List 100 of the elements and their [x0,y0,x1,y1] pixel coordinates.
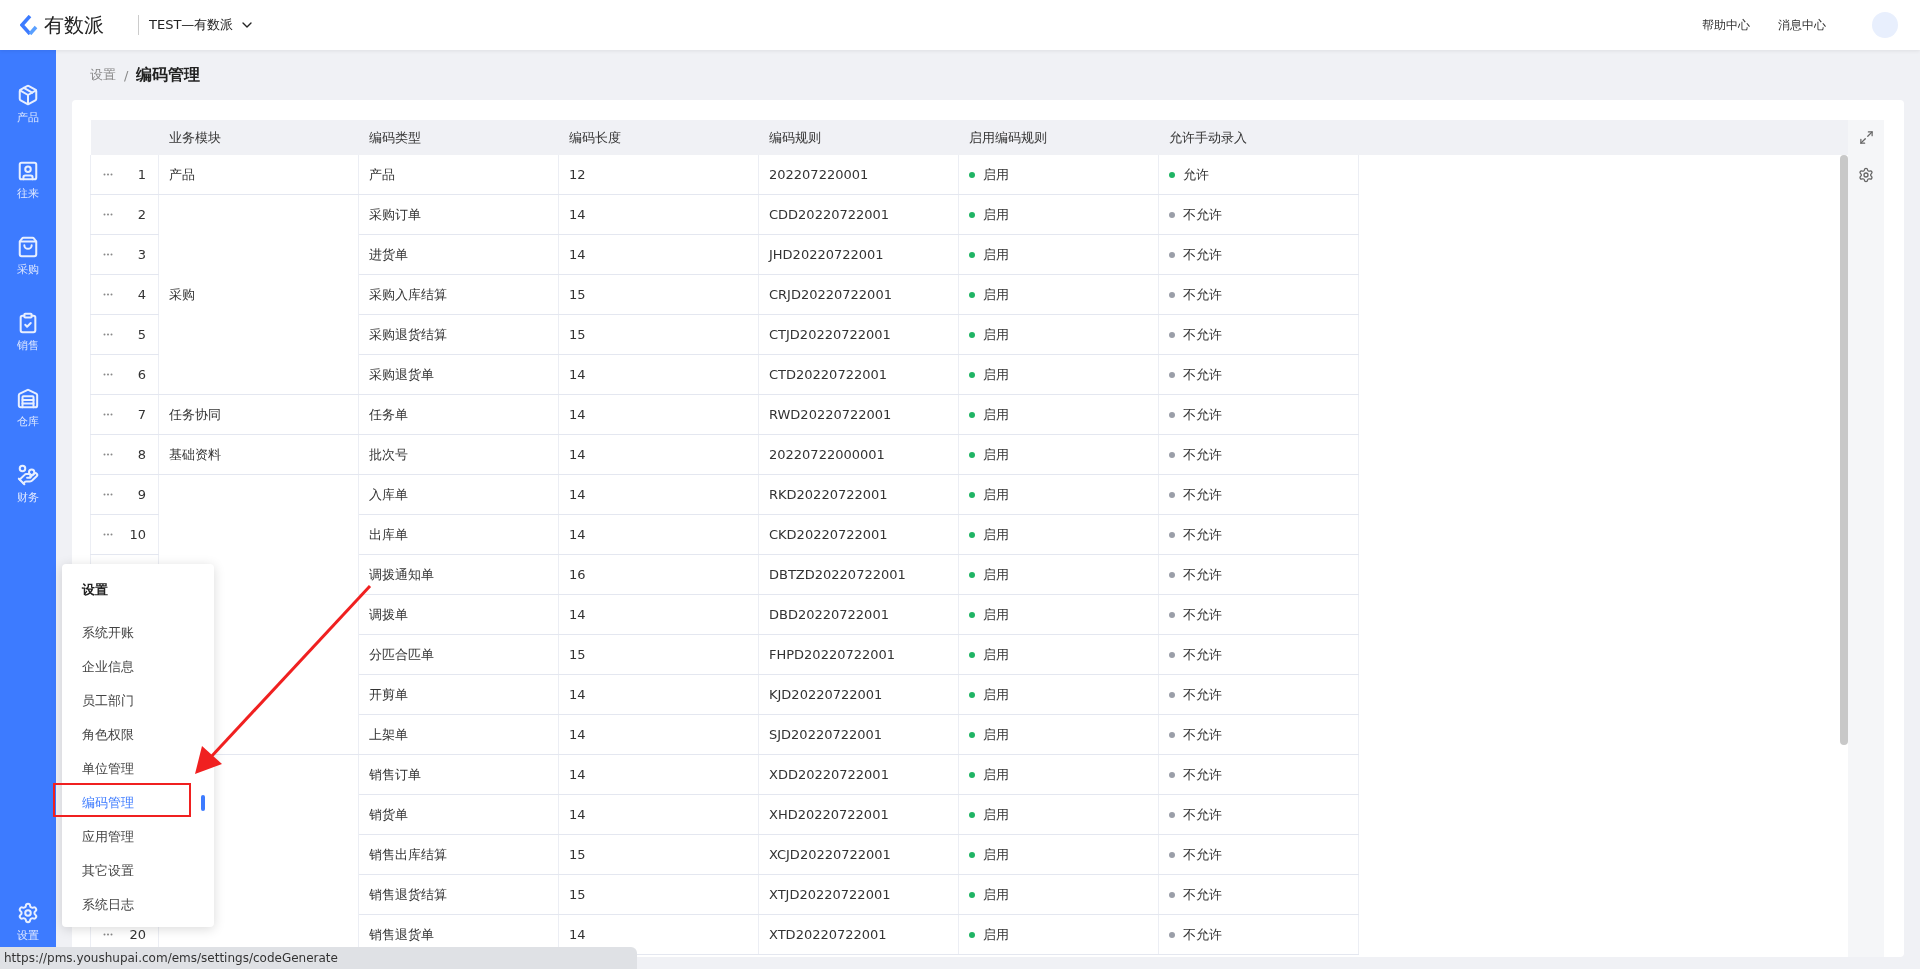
table-cell: 采购退货单 [358,354,559,395]
table-cell: 14 [558,754,759,795]
row-number: 7 [137,407,146,422]
row-handle-cell[interactable]: 8 [90,434,159,475]
status-text: 启用 [983,806,1009,822]
table-cell: 采购入库结算 [358,274,559,315]
table-cell: DBD20220722001 [758,594,959,635]
menu-item[interactable]: 系统日志 [62,888,214,922]
menu-item[interactable]: 员工部门 [62,684,214,718]
table-cell: 任务单 [358,394,559,435]
table-cell: FHPD20220722001 [758,634,959,675]
table-cell: 调拨通知单 [358,554,559,595]
table-cell: XHD20220722001 [758,794,959,835]
status-text: 不允许 [1183,406,1222,422]
row-handle-cell[interactable]: 6 [90,354,159,395]
menu-title: 设置 [81,581,109,599]
table-cell: 14 [558,674,759,715]
table-cell: RKD20220722001 [758,474,959,515]
more-icon [103,413,113,416]
row-handle-cell[interactable]: 2 [90,194,159,235]
status-text: 启用 [983,166,1009,182]
menu-item[interactable]: 其它设置 [62,854,214,888]
more-icon [103,373,113,376]
status-text: 不允许 [1183,766,1222,782]
status-text: 不允许 [1183,446,1222,462]
table-cell: 15 [558,834,759,875]
row-handle-cell[interactable]: 9 [90,474,159,515]
more-icon [103,213,113,216]
row-number: 5 [137,327,146,342]
table-cell: XDD20220722001 [758,754,959,795]
status-text: 不允许 [1183,806,1222,822]
status-text: 允许 [1183,166,1209,182]
logo-icon [20,15,38,35]
header-link[interactable]: 消息中心 [1778,16,1826,34]
table-cell: 15 [558,274,759,315]
row-handle-cell[interactable]: 10 [90,514,159,555]
fullscreen-icon[interactable] [1858,130,1874,145]
breadcrumb-separator: / [124,67,129,83]
table-cell: 入库单 [358,474,559,515]
menu-item[interactable]: 单位管理 [62,752,214,786]
table-cell: 15 [558,314,759,355]
menu-item[interactable]: 企业信息 [62,650,214,684]
row-handle-cell[interactable]: 4 [90,274,159,315]
status-text: 不允许 [1183,886,1222,902]
table-cell: RWD20220722001 [758,394,959,435]
row-number: 9 [137,487,146,502]
status-text: 不允许 [1183,726,1222,742]
table-cell: 14 [558,474,759,515]
workspace-dropdown[interactable]: TEST—有数派 [149,16,256,34]
bag-icon [17,236,39,258]
status-text: 启用 [983,566,1009,582]
table-cell: 12 [558,155,759,195]
row-number: 8 [137,447,146,462]
menu-item[interactable]: 编码管理 [62,786,214,820]
status-text: 不允许 [1183,286,1222,302]
status-text: 启用 [983,366,1009,382]
table-cell: 14 [558,594,759,635]
status-text: 启用 [983,846,1009,862]
more-icon [103,173,113,176]
table-cell: 销售出库结算 [358,834,559,875]
status-text: 不允许 [1183,566,1222,582]
menu-item[interactable]: 应用管理 [62,820,214,854]
table-cell: JHD20220722001 [758,234,959,275]
menu-item[interactable]: 角色权限 [62,718,214,752]
table-cell: 采购订单 [358,194,559,235]
table-cell: 采购 [158,194,359,395]
status-text: 启用 [983,286,1009,302]
settings-icon[interactable] [1858,167,1874,183]
column-header: 允许手动录入 [1158,120,1359,155]
status-text: 启用 [983,766,1009,782]
table-cell: 上架单 [358,714,559,755]
table-cell: 14 [558,514,759,555]
status-text: 启用 [983,446,1009,462]
row-number: 4 [137,287,146,302]
column-header: 编码长度 [558,120,759,155]
table-cell: 销售退货结算 [358,874,559,915]
status-text: 不允许 [1183,846,1222,862]
more-icon [103,453,113,456]
status-text: 不允许 [1183,206,1222,222]
table-cell: 调拨单 [358,594,559,635]
status-text: 启用 [983,406,1009,422]
status-text: 启用 [983,486,1009,502]
status-text: 启用 [983,326,1009,342]
header-link[interactable]: 帮助中心 [1702,16,1750,34]
row-handle-cell[interactable]: 1 [90,155,159,195]
table-cell: 14 [558,354,759,395]
row-handle-cell[interactable]: 3 [90,234,159,275]
more-icon [103,493,113,496]
row-handle-cell[interactable]: 7 [90,394,159,435]
settings-icon [17,902,39,924]
table-cell: 14 [558,194,759,235]
menu-item[interactable]: 系统开账 [62,616,214,650]
row-number: 2 [137,207,146,222]
clipboard-icon [17,312,39,334]
table-cell: 出库单 [358,514,559,555]
table-cell: KJD20220722001 [758,674,959,715]
table-cell: CTJD20220722001 [758,314,959,355]
scrollbar[interactable] [1840,155,1848,745]
status-text: 不允许 [1183,686,1222,702]
row-handle-cell[interactable]: 5 [90,314,159,355]
